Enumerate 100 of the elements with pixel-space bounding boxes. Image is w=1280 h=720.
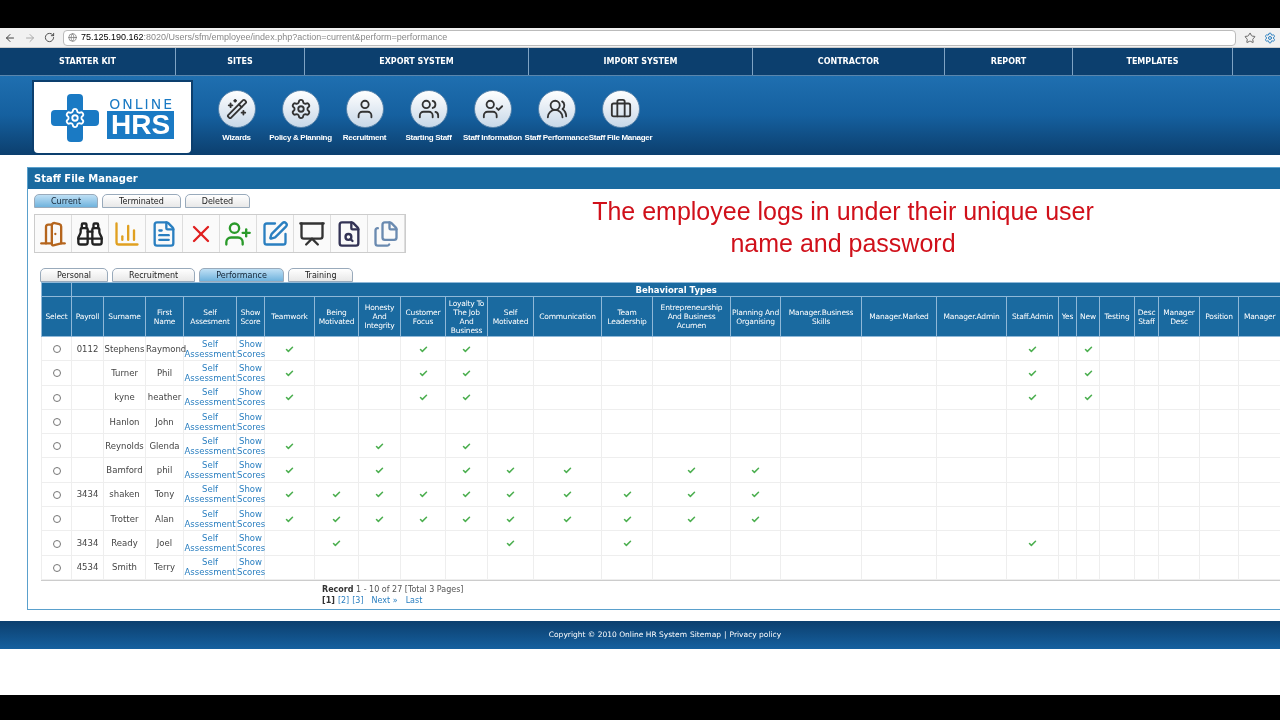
star-icon[interactable] xyxy=(1244,31,1256,44)
check-icon xyxy=(462,466,471,476)
self-assessment-link[interactable]: Self Assessment xyxy=(184,460,236,481)
nav-link[interactable]: TEMPLATES xyxy=(1073,48,1233,75)
tab[interactable]: Training xyxy=(287,268,354,282)
check-icon xyxy=(751,514,760,524)
check-icon xyxy=(506,490,515,500)
check-icon xyxy=(506,466,515,476)
page-link[interactable]: [2] xyxy=(337,594,350,606)
check-icon xyxy=(506,539,515,548)
logo-text: HRS xyxy=(106,110,175,139)
tab[interactable]: Terminated xyxy=(102,194,181,208)
self-assessment-link[interactable]: Self Assessment xyxy=(184,484,236,505)
check-icon xyxy=(687,466,696,476)
check-icon xyxy=(1028,344,1037,354)
people-icon xyxy=(545,98,568,120)
check-icon xyxy=(462,490,471,500)
show-scores-link[interactable]: Show Scores xyxy=(237,338,264,359)
check-icon xyxy=(375,466,384,476)
row-radio[interactable] xyxy=(52,466,61,475)
module-button[interactable]: Wizards xyxy=(205,90,268,144)
check-icon xyxy=(751,490,760,500)
table-cell: Reynolds xyxy=(103,433,146,458)
module-button[interactable]: Policy & Planning xyxy=(269,90,332,144)
check-icon xyxy=(563,466,572,476)
check-icon xyxy=(462,514,471,524)
check-icon xyxy=(1083,344,1093,354)
people-icon xyxy=(417,98,440,120)
table-cell: Phil xyxy=(145,360,184,386)
show-scores-link[interactable]: Show Scores xyxy=(237,435,264,456)
table-cell: Ready xyxy=(103,530,146,556)
show-scores-link[interactable]: Show Scores xyxy=(237,411,264,432)
row-radio[interactable] xyxy=(52,418,61,427)
check-icon xyxy=(1028,368,1037,378)
module-button[interactable]: Staff Performance xyxy=(525,90,588,144)
toolbar-button[interactable] xyxy=(331,215,368,252)
url-field[interactable]: 75.125.190.162:8020/Users/sfm/employee/index.php?action=current&perform=performance xyxy=(63,29,1236,46)
show-scores-link[interactable]: Show Scores xyxy=(237,460,264,481)
tab[interactable]: Deleted xyxy=(184,194,251,208)
check-icon xyxy=(418,490,428,500)
show-scores-link[interactable]: Show Scores xyxy=(237,387,264,408)
table-cell: Terry xyxy=(145,555,184,580)
check-icon xyxy=(285,441,294,451)
module-button[interactable]: Starting Staff xyxy=(397,90,460,144)
row-radio[interactable] xyxy=(52,393,61,402)
table-cell: 0112 xyxy=(71,336,104,361)
module-button[interactable]: Staff File Manager xyxy=(589,90,652,144)
reload-icon[interactable] xyxy=(44,32,55,43)
module-button[interactable]: Recruitment xyxy=(333,90,396,144)
last-link[interactable]: Last xyxy=(405,594,423,606)
extension-icon[interactable] xyxy=(1264,31,1276,44)
check-icon xyxy=(285,490,294,500)
panel-title: Staff File Manager xyxy=(28,168,1280,189)
row-radio[interactable] xyxy=(52,515,61,524)
show-scores-link[interactable]: Show Scores xyxy=(237,508,264,529)
check-icon xyxy=(285,466,294,476)
tab[interactable]: Performance xyxy=(199,268,284,282)
nav-link[interactable]: CONTRACTOR xyxy=(753,48,945,75)
check-icon xyxy=(285,368,294,378)
self-assessment-link[interactable]: Self Assessment xyxy=(184,557,236,578)
nav-link[interactable]: STARTER KIT xyxy=(0,48,176,75)
tab[interactable]: Recruitment xyxy=(112,268,196,282)
table-cell: Turner xyxy=(103,360,146,386)
self-assessment-link[interactable]: Self Assessment xyxy=(184,435,236,456)
check-icon xyxy=(563,514,572,524)
toolbar-button[interactable] xyxy=(294,215,331,252)
show-scores-link[interactable]: Show Scores xyxy=(237,484,264,505)
person-check-icon xyxy=(481,98,504,120)
check-icon xyxy=(375,514,384,524)
row-radio[interactable] xyxy=(52,539,61,548)
self-assessment-link[interactable]: Self Assessment xyxy=(184,387,236,408)
back-icon[interactable] xyxy=(4,31,16,44)
url-text: 75.125.190.162:8020/Users/sfm/employee/index.php?action=current&perform=performance xyxy=(81,30,448,44)
page-link[interactable]: [1] xyxy=(322,594,335,606)
nav-link[interactable]: IMPORT SYSTEM xyxy=(529,48,753,75)
show-scores-link[interactable]: Show Scores xyxy=(237,557,264,578)
binoculars-icon xyxy=(76,219,104,248)
row-radio[interactable] xyxy=(52,345,61,354)
next-link[interactable]: Next » xyxy=(371,594,398,606)
row-radio[interactable] xyxy=(52,490,61,499)
row-radio[interactable] xyxy=(52,442,61,451)
self-assessment-link[interactable]: Self Assessment xyxy=(184,508,236,529)
nav-link[interactable]: REPORT xyxy=(945,48,1073,75)
page-link[interactable]: [3] xyxy=(352,594,364,606)
module-button[interactable]: Staff Information xyxy=(461,90,524,144)
row-radio[interactable] xyxy=(52,563,61,572)
table-cell: Trotter xyxy=(103,506,146,531)
nav-link[interactable]: EXPORT SYSTEM xyxy=(305,48,529,75)
row-radio[interactable] xyxy=(52,369,61,378)
check-icon xyxy=(285,393,294,403)
tab[interactable]: Personal xyxy=(40,268,108,282)
logo-text: ONLINE xyxy=(109,96,175,111)
check-icon xyxy=(1028,539,1037,548)
nav-link[interactable]: SITES xyxy=(176,48,305,75)
door-icon xyxy=(39,219,67,248)
self-assessment-link[interactable]: Self Assessment xyxy=(184,411,236,432)
tab[interactable]: Current xyxy=(34,194,99,208)
check-icon xyxy=(462,441,471,451)
toolbar-button[interactable] xyxy=(72,215,109,252)
table-cell: Joel xyxy=(145,530,184,556)
